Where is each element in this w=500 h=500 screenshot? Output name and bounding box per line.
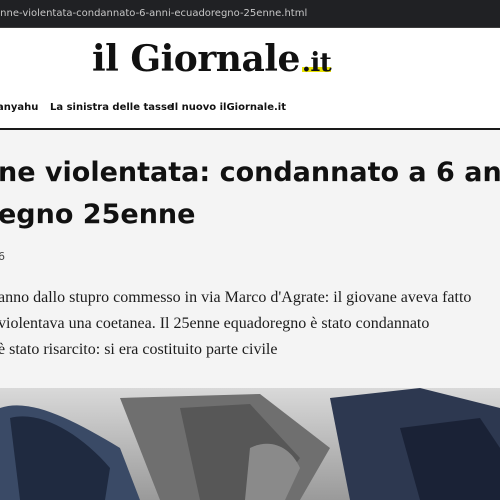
article-hero-image	[0, 388, 500, 500]
hero-image-graphic	[0, 388, 500, 500]
top-navigation: anyahu La sinistra delle tasse Il nuovo …	[0, 90, 500, 130]
nav-item-la-sinistra-delle-tasse[interactable]: La sinistra delle tasse	[50, 90, 174, 126]
logo-main-text: il Giornale	[92, 38, 300, 80]
lead-line: è stato risarcito: si era costituito par…	[0, 341, 278, 358]
logo-tld: .it	[301, 48, 332, 78]
lead-line: anno dallo stupro commesso in via Marco …	[0, 289, 472, 306]
headline-line: ne violentata: condannato a 6 anni	[0, 157, 500, 188]
browser-address-bar[interactable]: enne-violentata-condannato-6-anni-ecuado…	[0, 0, 500, 28]
article-headline: ne violentata: condannato a 6 anni egno …	[0, 152, 500, 236]
article-meta: 6	[0, 250, 5, 263]
nav-item-netanyahu[interactable]: anyahu	[0, 90, 38, 126]
article-header: ne violentata: condannato a 6 anni egno …	[0, 130, 500, 388]
article-lead: anno dallo stupro commesso in via Marco …	[0, 285, 500, 363]
site-masthead: il Giornale .it	[0, 28, 500, 90]
headline-line: egno 25enne	[0, 199, 196, 230]
address-bar-url[interactable]: enne-violentata-condannato-6-anni-ecuado…	[0, 0, 307, 28]
lead-line: violentava una coetanea. Il 25enne equad…	[0, 315, 430, 332]
site-logo[interactable]: il Giornale .it	[92, 38, 332, 80]
nav-item-il-nuovo-ilgiornale[interactable]: Il nuovo ilGiornale.it	[171, 90, 286, 126]
